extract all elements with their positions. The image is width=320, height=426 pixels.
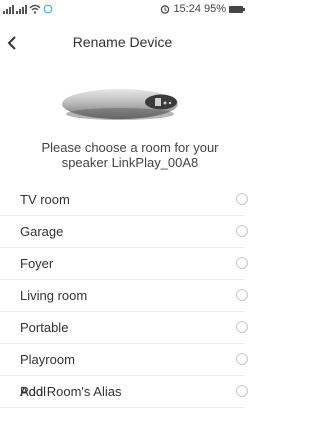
radio-button[interactable] bbox=[236, 289, 248, 301]
signal-icon bbox=[16, 4, 27, 14]
room-option-foyer[interactable]: Foyer bbox=[0, 248, 248, 280]
room-label: Living room bbox=[20, 288, 88, 303]
radio-button[interactable] bbox=[236, 353, 248, 365]
add-room-alias-link[interactable]: Add Room's Alias bbox=[20, 384, 121, 399]
sync-icon bbox=[43, 4, 53, 14]
status-icons-right: 15:24 95% bbox=[160, 3, 245, 15]
radio-button[interactable] bbox=[236, 257, 248, 269]
status-icons-left bbox=[3, 4, 53, 14]
room-option-living-room[interactable]: Living room bbox=[0, 280, 248, 312]
wifi-icon bbox=[29, 4, 41, 14]
radio-button[interactable] bbox=[236, 225, 248, 237]
room-option-portable[interactable]: Portable bbox=[0, 312, 248, 344]
battery-icon bbox=[229, 5, 245, 13]
alarm-icon bbox=[161, 5, 170, 14]
room-label: Garage bbox=[20, 224, 64, 239]
radio-button[interactable] bbox=[236, 193, 248, 205]
room-label: Playroom bbox=[20, 352, 75, 367]
room-list: TV room Garage Foyer Living room Portabl… bbox=[0, 184, 248, 408]
radio-button[interactable] bbox=[236, 321, 248, 333]
room-prompt: Please choose a room for your speaker Li… bbox=[41, 140, 219, 170]
status-bar: 15:24 95% bbox=[0, 0, 245, 20]
room-label: Portable bbox=[20, 320, 69, 335]
signal-icon bbox=[3, 4, 14, 14]
room-option-playroom[interactable]: Playroom bbox=[0, 344, 248, 376]
room-label: Foyer bbox=[20, 256, 54, 271]
radio-button[interactable] bbox=[236, 385, 248, 397]
page-title: Rename Device bbox=[72, 34, 173, 50]
battery-percent: 95% bbox=[203, 3, 226, 15]
speaker-image bbox=[62, 89, 178, 120]
nav-bar: Rename Device bbox=[0, 28, 245, 58]
room-label: TV room bbox=[20, 192, 70, 207]
status-time: 15:24 bbox=[173, 3, 201, 15]
room-option-tv-room[interactable]: TV room bbox=[0, 184, 248, 216]
room-option-garage[interactable]: Garage bbox=[0, 216, 248, 248]
